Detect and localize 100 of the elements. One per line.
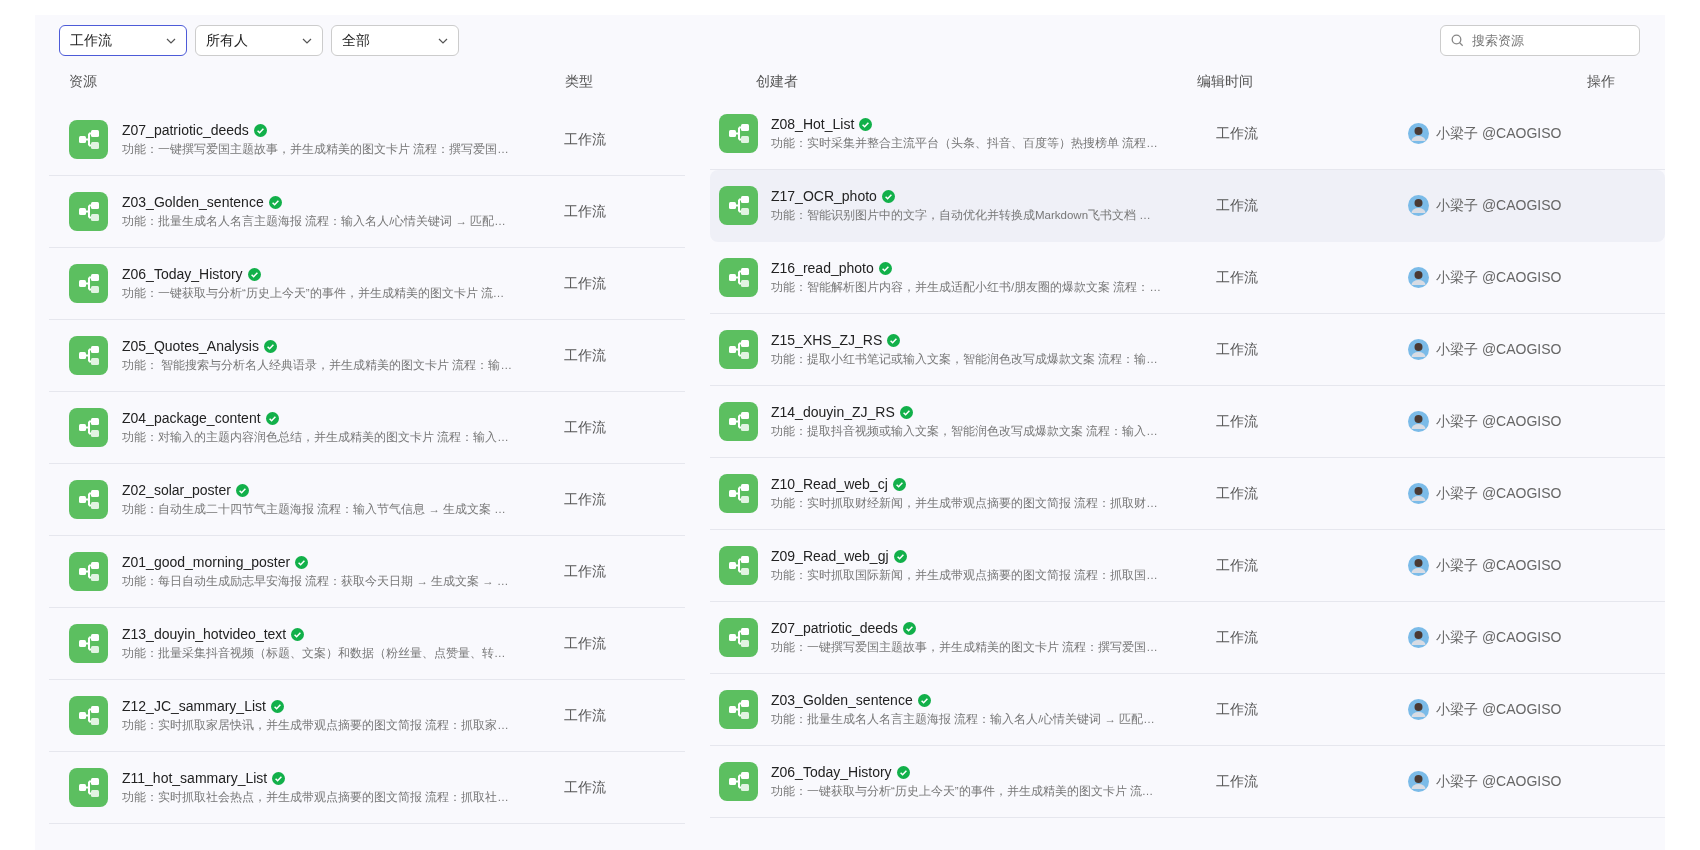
- resource-row[interactable]: Z17_OCR_photo 功能：智能识别图片中的文字，自动优化并转换成Markdown飞书文档 … 工作流 小梁子 @CAOGISO: [710, 170, 1665, 242]
- search-icon: [1451, 34, 1464, 47]
- resource-name: Z16_read_photo: [771, 260, 874, 276]
- creator-name: 小梁子 @CAOGISO: [1436, 628, 1562, 647]
- workflow-icon: [719, 402, 758, 441]
- resource-row[interactable]: Z13_douyin_hotvideo_text 功能：批量采集抖音视频（标题、文案）和数据（粉丝量、点赞量、转… 工作流: [49, 608, 685, 680]
- resource-row[interactable]: Z11_hot_sammary_List 功能：实时抓取社会热点，并生成带观点摘要的图文简报 流程：抓取社… 工作流: [49, 752, 685, 824]
- workflow-icon: [719, 330, 758, 369]
- resource-description: 功能：实时抓取财经新闻，并生成带观点摘要的图文简报 流程：抓取财…: [771, 496, 1159, 511]
- filter-dropdown[interactable]: 所有人: [195, 25, 323, 56]
- search-field[interactable]: 搜索资源: [1440, 25, 1640, 56]
- avatar-icon: [1408, 123, 1429, 144]
- resource-name: Z09_Read_web_gj: [771, 548, 889, 564]
- resource-row[interactable]: Z06_Today_History 功能：一键获取与分析“历史上今天”的事件，并生成精美的图文卡片 流… 工作流 小梁子 @CAOGISO: [710, 746, 1665, 818]
- resource-description: 功能：实时采集并整合主流平台（头条、抖音、百度等）热搜榜单 流程…: [771, 136, 1159, 151]
- workflow-icon: [69, 768, 108, 807]
- creator-name: 小梁子 @CAOGISO: [1436, 196, 1562, 215]
- resource-row[interactable]: Z15_XHS_ZJ_RS 功能：提取小红书笔记或输入文案，智能润色改写成爆款文案 流程：输… 工作流 小梁子 @CAOGISO: [710, 314, 1665, 386]
- resource-row[interactable]: Z14_douyin_ZJ_RS 功能：提取抖音视频或输入文案，智能润色改写成爆款文案 流程：输入… 工作流 小梁子 @CAOGISO: [710, 386, 1665, 458]
- type-text: 工作流: [564, 706, 606, 725]
- type-text: 工作流: [564, 634, 606, 653]
- type-text: 工作流: [564, 418, 606, 437]
- type-text: 工作流: [1216, 628, 1258, 647]
- workflow-icon: [69, 480, 108, 519]
- resource-description: 功能：对输入的主题内容润色总结，并生成精美的图文卡片 流程：输入…: [122, 430, 510, 445]
- column-header: 创建者: [756, 73, 798, 91]
- avatar-icon: [1408, 555, 1429, 576]
- resource-row[interactable]: Z01_good_morning_poster 功能：每日自动生成励志早安海报 流程：获取今天日期 → 生成文案 → … 工作流: [49, 536, 685, 608]
- resource-row[interactable]: Z07_patriotic_deeds 功能：一键撰写爱国主题故事，并生成精美的图文卡片 流程：撰写爱国… 工作流: [49, 104, 685, 176]
- workflow-icon: [69, 336, 108, 375]
- resource-description: 功能：实时抓取国际新闻，并生成带观点摘要的图文简报 流程：抓取国…: [771, 568, 1159, 583]
- resource-row[interactable]: Z10_Read_web_cj 功能：实时抓取财经新闻，并生成带观点摘要的图文简报 流程：抓取财… 工作流 小梁子 @CAOGISO: [710, 458, 1665, 530]
- resource-name: Z06_Today_History: [771, 764, 892, 780]
- type-text: 工作流: [1216, 772, 1258, 791]
- type-text: 工作流: [564, 562, 606, 581]
- avatar-icon: [1408, 339, 1429, 360]
- type-text: 工作流: [1216, 196, 1258, 215]
- resource-description: 功能：批量生成名人名言主题海报 流程：输入名人/心情关键词 → 匹配…: [771, 712, 1156, 727]
- type-text: 工作流: [1216, 412, 1258, 431]
- resource-row[interactable]: Z12_JC_sammary_List 功能：实时抓取家居快讯，并生成带观点摘要的图文简报 流程：抓取家… 工作流: [49, 680, 685, 752]
- resource-row[interactable]: Z05_Quotes_Analysis 功能： 智能搜索与分析名人经典语录，并生成精美的图文卡片 流程：输… 工作流: [49, 320, 685, 392]
- resource-name: Z05_Quotes_Analysis: [122, 338, 259, 354]
- creator-name: 小梁子 @CAOGISO: [1436, 700, 1562, 719]
- resource-name: Z11_hot_sammary_List: [122, 770, 268, 786]
- avatar-icon: [1408, 483, 1429, 504]
- resource-name: Z08_Hot_List: [771, 116, 855, 132]
- resource-name: Z06_Today_History: [122, 266, 243, 282]
- type-text: 工作流: [564, 274, 606, 293]
- caret-icon: [438, 37, 448, 44]
- resource-row[interactable]: Z04_package_content 功能：对输入的主题内容润色总结，并生成精美的图文卡片 流程：输入… 工作流: [49, 392, 685, 464]
- creator-name: 小梁子 @CAOGISO: [1436, 484, 1562, 503]
- workflow-icon: [719, 114, 758, 153]
- type-text: 工作流: [564, 346, 606, 365]
- column-header: 类型: [565, 73, 593, 91]
- workflow-icon: [719, 546, 758, 585]
- resource-row[interactable]: Z03_Golden_sentence 功能：批量生成名人名言主题海报 流程：输入名人/心情关键词 → 匹配… 工作流 小梁子 @CAOGISO: [710, 674, 1665, 746]
- resource-row[interactable]: Z06_Today_History 功能：一键获取与分析“历史上今天”的事件，并生成精美的图文卡片 流… 工作流: [49, 248, 685, 320]
- type-text: 工作流: [1216, 700, 1258, 719]
- workflow-icon: [69, 408, 108, 447]
- creator-name: 小梁子 @CAOGISO: [1436, 556, 1562, 575]
- resource-description: 功能：批量生成名人名言主题海报 流程：输入名人/心情关键词 → 匹配…: [122, 214, 507, 229]
- type-text: 工作流: [1216, 556, 1258, 575]
- resource-row[interactable]: Z07_patriotic_deeds 功能：一键撰写爱国主题故事，并生成精美的图文卡片 流程：撰写爱国… 工作流 小梁子 @CAOGISO: [710, 602, 1665, 674]
- caret-icon: [302, 37, 312, 44]
- resource-row[interactable]: Z16_read_photo 功能：智能解析图片内容，并生成适配小红书/朋友圈的爆款文案 流程：… 工作流 小梁子 @CAOGISO: [710, 242, 1665, 314]
- resource-description: 功能：一键撰写爱国主题故事，并生成精美的图文卡片 流程：撰写爱国…: [771, 640, 1159, 655]
- resource-description: 功能： 智能搜索与分析名人经典语录，并生成精美的图文卡片 流程：输…: [122, 358, 513, 373]
- resource-description: 功能：每日自动生成励志早安海报 流程：获取今天日期 → 生成文案 → …: [122, 574, 510, 589]
- creator-name: 小梁子 @CAOGISO: [1436, 124, 1562, 143]
- resource-row[interactable]: Z09_Read_web_gj 功能：实时抓取国际新闻，并生成带观点摘要的图文简报 流程：抓取国… 工作流 小梁子 @CAOGISO: [710, 530, 1665, 602]
- workflow-icon: [69, 120, 108, 159]
- resource-row[interactable]: Z02_solar_poster 功能：自动生成二十四节气主题海报 流程：输入节气信息 → 生成文案 … 工作流: [49, 464, 685, 536]
- filter-dropdown[interactable]: 全部: [331, 25, 459, 56]
- creator-name: 小梁子 @CAOGISO: [1436, 772, 1562, 791]
- workflow-icon: [719, 474, 758, 513]
- avatar-icon: [1408, 267, 1429, 288]
- resource-name: Z14_douyin_ZJ_RS: [771, 404, 895, 420]
- resource-name: Z04_package_content: [122, 410, 261, 426]
- creator-name: 小梁子 @CAOGISO: [1436, 268, 1562, 287]
- column-header: 编辑时间: [1197, 73, 1253, 91]
- avatar-icon: [1408, 411, 1429, 432]
- resource-name: Z07_patriotic_deeds: [122, 122, 249, 138]
- resource-description: 功能：提取小红书笔记或输入文案，智能润色改写成爆款文案 流程：输…: [771, 352, 1159, 367]
- type-text: 工作流: [564, 490, 606, 509]
- caret-icon: [166, 37, 176, 44]
- resource-name: Z03_Golden_sentence: [771, 692, 913, 708]
- resource-description: 功能：实时抓取家居快讯，并生成带观点摘要的图文简报 流程：抓取家…: [122, 718, 510, 733]
- resource-name: Z13_douyin_hotvideo_text: [122, 626, 287, 642]
- filter-dropdown[interactable]: 工作流: [59, 25, 187, 56]
- avatar-icon: [1408, 699, 1429, 720]
- resource-name: Z10_Read_web_cj: [771, 476, 888, 492]
- resource-description: 功能：一键获取与分析“历史上今天”的事件，并生成精美的图文卡片 流…: [122, 286, 506, 301]
- avatar-icon: [1408, 627, 1429, 648]
- workflow-icon: [719, 690, 758, 729]
- column-header: 资源: [69, 73, 97, 91]
- type-text: 工作流: [1216, 268, 1258, 287]
- resource-row[interactable]: Z03_Golden_sentence 功能：批量生成名人名言主题海报 流程：输入名人/心情关键词 → 匹配… 工作流: [49, 176, 685, 248]
- resource-name: Z15_XHS_ZJ_RS: [771, 332, 883, 348]
- workflow-icon: [719, 186, 758, 225]
- resource-name: Z03_Golden_sentence: [122, 194, 264, 210]
